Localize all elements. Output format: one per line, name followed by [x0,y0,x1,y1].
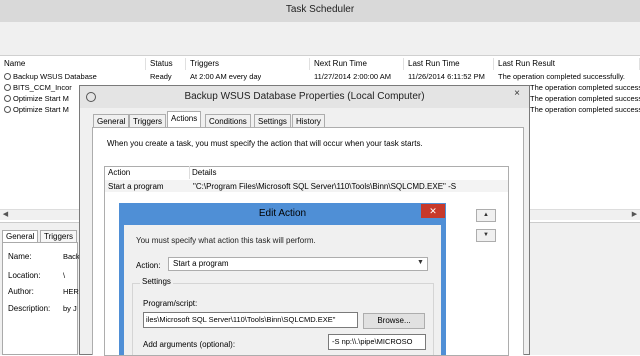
actions-description: When you create a task, you must specify… [107,139,423,148]
browse-button[interactable]: Browse... [363,313,425,329]
arrow-left-icon[interactable]: ◀ [0,210,11,220]
tab-triggers[interactable]: Triggers [129,114,167,128]
column-header-next-run[interactable]: Next Run Time [310,58,404,70]
clock-icon [4,73,11,80]
tab-conditions[interactable]: Conditions [205,114,251,128]
name-label: Name: [8,252,32,261]
author-value: HER [63,287,79,296]
task-name: Backup WSUS Database [13,72,97,81]
description-label: Description: [8,304,51,313]
action-select[interactable]: Start a program [168,257,428,271]
task-status: Ready [150,72,172,81]
table-row[interactable]: Backup WSUS Database [4,71,146,82]
author-label: Author: [8,287,34,296]
task-trigger: At 2:00 AM every day [190,72,262,81]
name-value: Back [63,252,80,261]
task-last-result: The operation completed successfully. [498,72,626,81]
settings-label: Settings [140,277,173,286]
column-header-details[interactable]: Details [192,168,216,177]
action-label: Action: [136,261,161,270]
table-row[interactable]: Optimize Start M [4,104,80,115]
edit-action-description: You must specify what action this task w… [136,236,316,245]
arguments-label: Add arguments (optional): [143,340,236,349]
action-type: Start a program [108,182,164,191]
program-label: Program/script: [143,299,198,308]
column-header-triggers[interactable]: Triggers [186,58,310,70]
column-header-last-run[interactable]: Last Run Time [404,58,494,70]
properties-dialog-title: Backup WSUS Database Properties (Local C… [80,86,529,108]
column-header-name[interactable]: Name [0,58,146,70]
description-value: by J [63,304,77,313]
task-name: BITS_CCM_Incor [13,83,72,92]
tab-actions[interactable]: Actions [167,111,202,128]
task-last-result: The operation completed successfully. [530,105,640,114]
move-down-button[interactable]: ▼ [476,229,496,242]
tab-settings[interactable]: Settings [254,114,291,128]
close-icon[interactable]: ✕ [421,204,445,218]
table-row[interactable]: Optimize Start M [4,93,80,104]
chevron-down-icon[interactable]: ▼ [417,259,424,266]
table-row[interactable]: BITS_CCM_Incor [4,82,80,93]
arrow-right-icon[interactable]: ▶ [629,210,640,220]
column-header-last-result[interactable]: Last Run Result [494,58,640,70]
column-header-status[interactable]: Status [146,58,186,70]
task-name: Optimize Start M [13,94,69,103]
column-header-action[interactable]: Action [108,168,130,177]
task-name: Optimize Start M [13,105,69,114]
close-icon[interactable]: × [508,87,526,101]
clock-icon [4,106,11,113]
task-next-run: 11/27/2014 2:00:00 AM [314,72,392,81]
arguments-input[interactable]: -S np:\\.\pipe\MICROSO [328,334,426,350]
window-title: Task Scheduler [0,0,640,22]
task-last-result: The operation completed successfully. [530,94,640,103]
location-value: \ [63,271,66,280]
task-last-result: The operation completed successfully. [530,83,640,92]
tab-general[interactable]: General [93,114,130,128]
action-details: "C:\Program Files\Microsoft SQL Server\1… [193,182,457,191]
toolbar-area [0,22,640,56]
tab-history[interactable]: History [292,114,325,128]
move-up-button[interactable]: ▲ [476,209,496,222]
clock-icon [86,92,96,102]
task-last-run: 11/26/2014 6:11:52 PM [408,72,485,81]
edit-action-title: Edit Action [258,208,307,219]
program-input[interactable]: iles\Microsoft SQL Server\110\Tools\Binn… [143,312,358,328]
location-label: Location: [8,271,41,280]
column-divider [189,166,190,179]
clock-icon [4,95,11,102]
clock-icon [4,84,11,91]
